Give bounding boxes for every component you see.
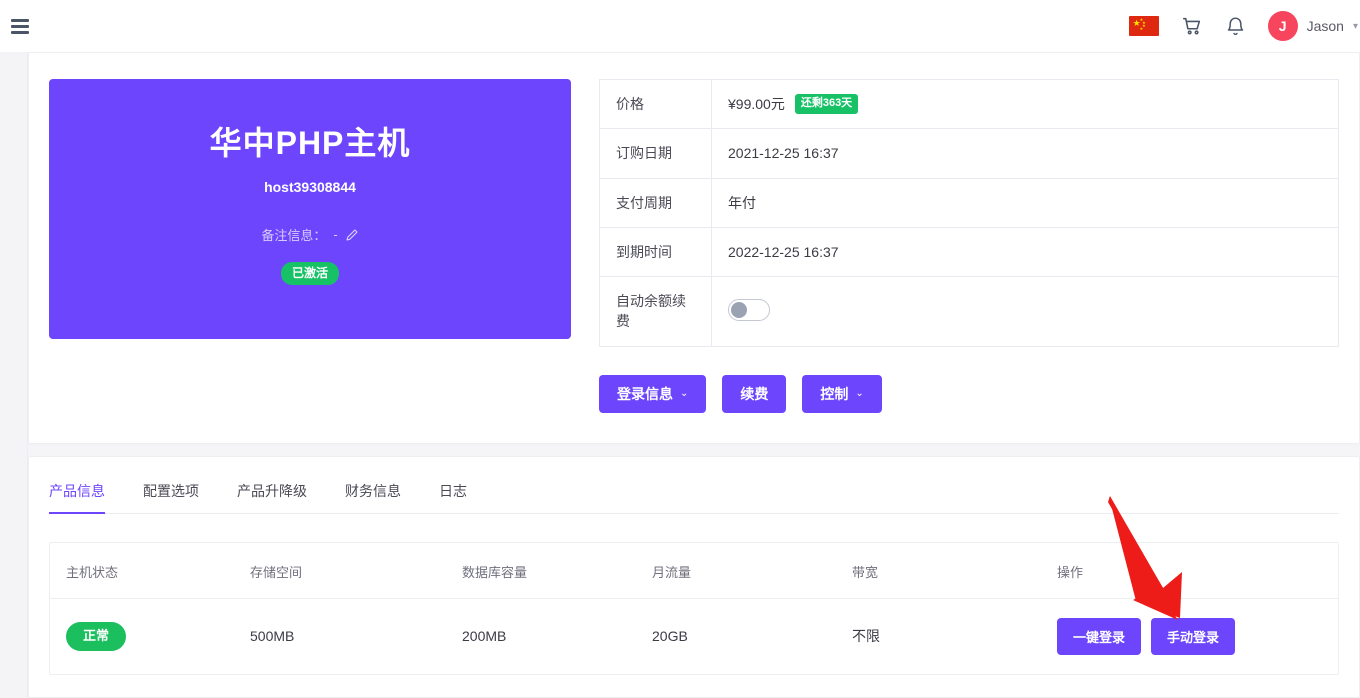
host-identifier: host39308844 — [264, 179, 356, 195]
overview-layout: 华中PHP主机 host39308844 备注信息： - 已激活 — [49, 79, 1339, 413]
column-header-operations: 操作 — [1057, 543, 1338, 599]
tab-product-info[interactable]: 产品信息 — [49, 467, 105, 513]
control-button[interactable]: 控制 ⌄ — [802, 375, 881, 413]
tab-config-options[interactable]: 配置选项 — [143, 467, 199, 513]
info-label: 价格 — [600, 80, 712, 129]
host-hero-panel: 华中PHP主机 host39308844 备注信息： - 已激活 — [49, 79, 571, 339]
user-menu[interactable]: J Jason ▾ — [1268, 11, 1358, 41]
china-flag-icon[interactable]: ★ ★ ★ ★ ★ — [1129, 16, 1159, 36]
price-value: ¥99.00元 — [728, 94, 785, 114]
info-value: 2022-12-25 16:37 — [712, 227, 1339, 276]
header-actions: ★ ★ ★ ★ ★ J Jaso — [1129, 11, 1360, 41]
chevron-down-icon: ⌄ — [680, 387, 688, 400]
cell-status: 正常 — [50, 598, 250, 674]
table-body: 正常 500MB 200MB 20GB 不限 一键登录 手动登录 — [50, 598, 1338, 674]
tab-label: 产品升降级 — [237, 483, 307, 499]
column-header-traffic: 月流量 — [652, 543, 852, 599]
tab-logs[interactable]: 日志 — [439, 467, 467, 513]
info-label: 支付周期 — [600, 178, 712, 227]
host-overview-card: 华中PHP主机 host39308844 备注信息： - 已激活 — [28, 52, 1360, 444]
avatar: J — [1268, 11, 1298, 41]
chevron-down-icon: ⌄ — [855, 387, 863, 400]
renew-button[interactable]: 续费 — [722, 375, 786, 413]
product-tabs: 产品信息 配置选项 产品升降级 财务信息 日志 — [49, 457, 1339, 514]
tab-upgrade-downgrade[interactable]: 产品升降级 — [237, 467, 307, 513]
info-row-price: 价格 ¥99.00元 还剩363天 — [600, 80, 1339, 129]
info-row-billing-cycle: 支付周期 年付 — [600, 178, 1339, 227]
info-label: 订购日期 — [600, 129, 712, 178]
info-value: ¥99.00元 还剩363天 — [712, 80, 1339, 129]
note-value: - — [333, 227, 337, 242]
info-row-expiry: 到期时间 2022-12-25 16:37 — [600, 227, 1339, 276]
cell-traffic: 20GB — [652, 598, 852, 674]
host-info-table: 价格 ¥99.00元 还剩363天 订购日期 202 — [599, 79, 1339, 347]
main-content: 华中PHP主机 host39308844 备注信息： - 已激活 — [28, 52, 1360, 698]
cell-storage: 500MB — [250, 598, 462, 674]
cell-bandwidth: 不限 — [852, 598, 1057, 674]
column-header-storage: 存储空间 — [250, 543, 462, 599]
host-action-buttons: 登录信息 ⌄ 续费 控制 ⌄ — [599, 375, 1339, 413]
hamburger-menu-icon[interactable] — [11, 14, 35, 38]
info-label: 到期时间 — [600, 227, 712, 276]
notification-bell-icon[interactable] — [1225, 16, 1246, 37]
column-header-status: 主机状态 — [50, 543, 250, 599]
renew-label: 续费 — [740, 385, 768, 403]
tab-label: 日志 — [439, 483, 467, 499]
info-value — [712, 277, 1339, 347]
page-root: ★ ★ ★ ★ ★ J Jaso — [0, 0, 1360, 698]
tab-billing-info[interactable]: 财务信息 — [345, 467, 401, 513]
row-action-group: 一键登录 手动登录 — [1057, 618, 1322, 655]
user-name-label: Jason — [1307, 18, 1344, 34]
status-badge: 已激活 — [281, 262, 339, 284]
cell-operations: 一键登录 手动登录 — [1057, 598, 1338, 674]
tab-label: 产品信息 — [49, 483, 105, 499]
tab-label: 财务信息 — [345, 483, 401, 499]
table-head: 主机状态 存储空间 数据库容量 月流量 带宽 操作 — [50, 543, 1338, 599]
one-click-login-button[interactable]: 一键登录 — [1057, 618, 1141, 655]
hamburger-bar — [11, 31, 29, 34]
table-row: 正常 500MB 200MB 20GB 不限 一键登录 手动登录 — [50, 598, 1338, 674]
host-note-row: 备注信息： - — [261, 225, 358, 244]
manual-login-button[interactable]: 手动登录 — [1151, 618, 1235, 655]
pencil-edit-icon[interactable] — [345, 228, 359, 242]
cell-database: 200MB — [462, 598, 652, 674]
info-label: 自动余额续费 — [600, 277, 712, 347]
chevron-down-icon: ▾ — [1353, 21, 1358, 32]
product-details-card: 产品信息 配置选项 产品升降级 财务信息 日志 — [28, 456, 1360, 698]
hamburger-bar — [11, 19, 29, 22]
flag-star-small: ★ — [1140, 27, 1144, 31]
host-status-badge: 正常 — [66, 622, 126, 651]
host-info-section: 价格 ¥99.00元 还剩363天 订购日期 202 — [599, 79, 1339, 413]
tab-label: 配置选项 — [143, 483, 199, 499]
shopping-cart-icon[interactable] — [1181, 15, 1203, 37]
price-cell: ¥99.00元 还剩363天 — [728, 94, 1322, 114]
login-info-button[interactable]: 登录信息 ⌄ — [599, 375, 706, 413]
sidebar-rail — [0, 52, 28, 698]
product-spec-table: 主机状态 存储空间 数据库容量 月流量 带宽 操作 正常 — [50, 543, 1338, 674]
product-table-container: 主机状态 存储空间 数据库容量 月流量 带宽 操作 正常 — [49, 542, 1339, 675]
login-info-label: 登录信息 — [617, 385, 673, 403]
toggle-knob — [731, 302, 747, 318]
host-title: 华中PHP主机 — [210, 124, 411, 162]
info-value: 2021-12-25 16:37 — [712, 129, 1339, 178]
info-value: 年付 — [712, 178, 1339, 227]
note-label: 备注信息： — [261, 225, 326, 244]
table-header-row: 主机状态 存储空间 数据库容量 月流量 带宽 操作 — [50, 543, 1338, 599]
top-header-bar: ★ ★ ★ ★ ★ J Jaso — [0, 0, 1360, 52]
hamburger-bar — [11, 25, 29, 28]
info-row-auto-renew: 自动余额续费 — [600, 277, 1339, 347]
info-row-order-date: 订购日期 2021-12-25 16:37 — [600, 129, 1339, 178]
remaining-days-badge: 还剩363天 — [795, 94, 858, 114]
column-header-bandwidth: 带宽 — [852, 543, 1057, 599]
control-label: 控制 — [820, 385, 848, 403]
auto-renew-toggle[interactable] — [728, 299, 770, 321]
column-header-database: 数据库容量 — [462, 543, 652, 599]
